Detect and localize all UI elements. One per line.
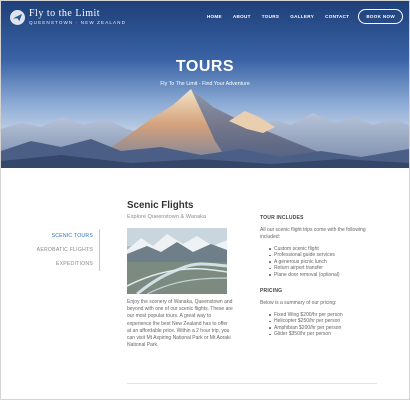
tour-description: Enjoy the scenery of Wanaka, Queenstown … [127, 299, 233, 349]
sidebar-item-aerobatic-flights[interactable]: AEROBATIC FLIGHTS [37, 243, 93, 257]
content-divider [127, 383, 377, 384]
pricing-intro: Below is a summary of our pricing: [260, 300, 337, 307]
hero-banner: Fly to the Limit QUEENSTOWN · NEW ZEALAN… [1, 1, 409, 168]
nav-about[interactable]: ABOUT [233, 10, 251, 24]
section-subtitle: Explore Queenstown & Wanaka [127, 214, 207, 220]
list-item: Plane door removal (optional) [269, 272, 380, 278]
scenic-flight-photo [127, 228, 227, 294]
pricing-list: Fixed Wing $200/hr per person Helicopter… [269, 312, 380, 338]
brand-title: Fly to the Limit [29, 8, 101, 19]
tour-details: TOUR INCLUDES All our scenic flight trip… [260, 215, 380, 348]
hero-title: TOURS [175, 58, 235, 75]
hero-tagline: Fly To The Limit - Find Your Adventure [160, 81, 250, 87]
nav-home[interactable]: HOME [207, 10, 222, 24]
sidebar-item-scenic-tours[interactable]: SCENIC TOURS [37, 229, 93, 243]
section-title: Scenic Flights [127, 200, 194, 211]
nav-gallery[interactable]: GALLERY [290, 10, 314, 24]
main-nav: HOME ABOUT TOURS GALLERY CONTACT BOOK NO… [196, 9, 403, 24]
tour-includes-list: Custom scenic flight Professional guide … [269, 246, 380, 278]
brand-subtitle: QUEENSTOWN · NEW ZEALAND [29, 20, 127, 25]
plane-icon [10, 10, 25, 25]
book-now-button[interactable]: BOOK NOW [358, 9, 403, 24]
tour-category-nav: SCENIC TOURS AEROBATIC FLIGHTS EXPEDITIO… [37, 229, 100, 271]
list-item: Glider $350/hr per person [269, 331, 380, 337]
tour-includes-intro: All our scenic flight trips come with th… [260, 227, 366, 240]
sidebar-item-expeditions[interactable]: EXPEDITIONS [37, 257, 93, 271]
nav-tours[interactable]: TOURS [262, 10, 280, 24]
page: Fly to the Limit QUEENSTOWN · NEW ZEALAN… [0, 0, 410, 400]
tour-includes-heading: TOUR INCLUDES [260, 215, 304, 221]
nav-contact[interactable]: CONTACT [325, 10, 349, 24]
brand-logo[interactable]: Fly to the Limit QUEENSTOWN · NEW ZEALAN… [10, 9, 126, 26]
pricing-heading: PRICING [260, 288, 283, 295]
